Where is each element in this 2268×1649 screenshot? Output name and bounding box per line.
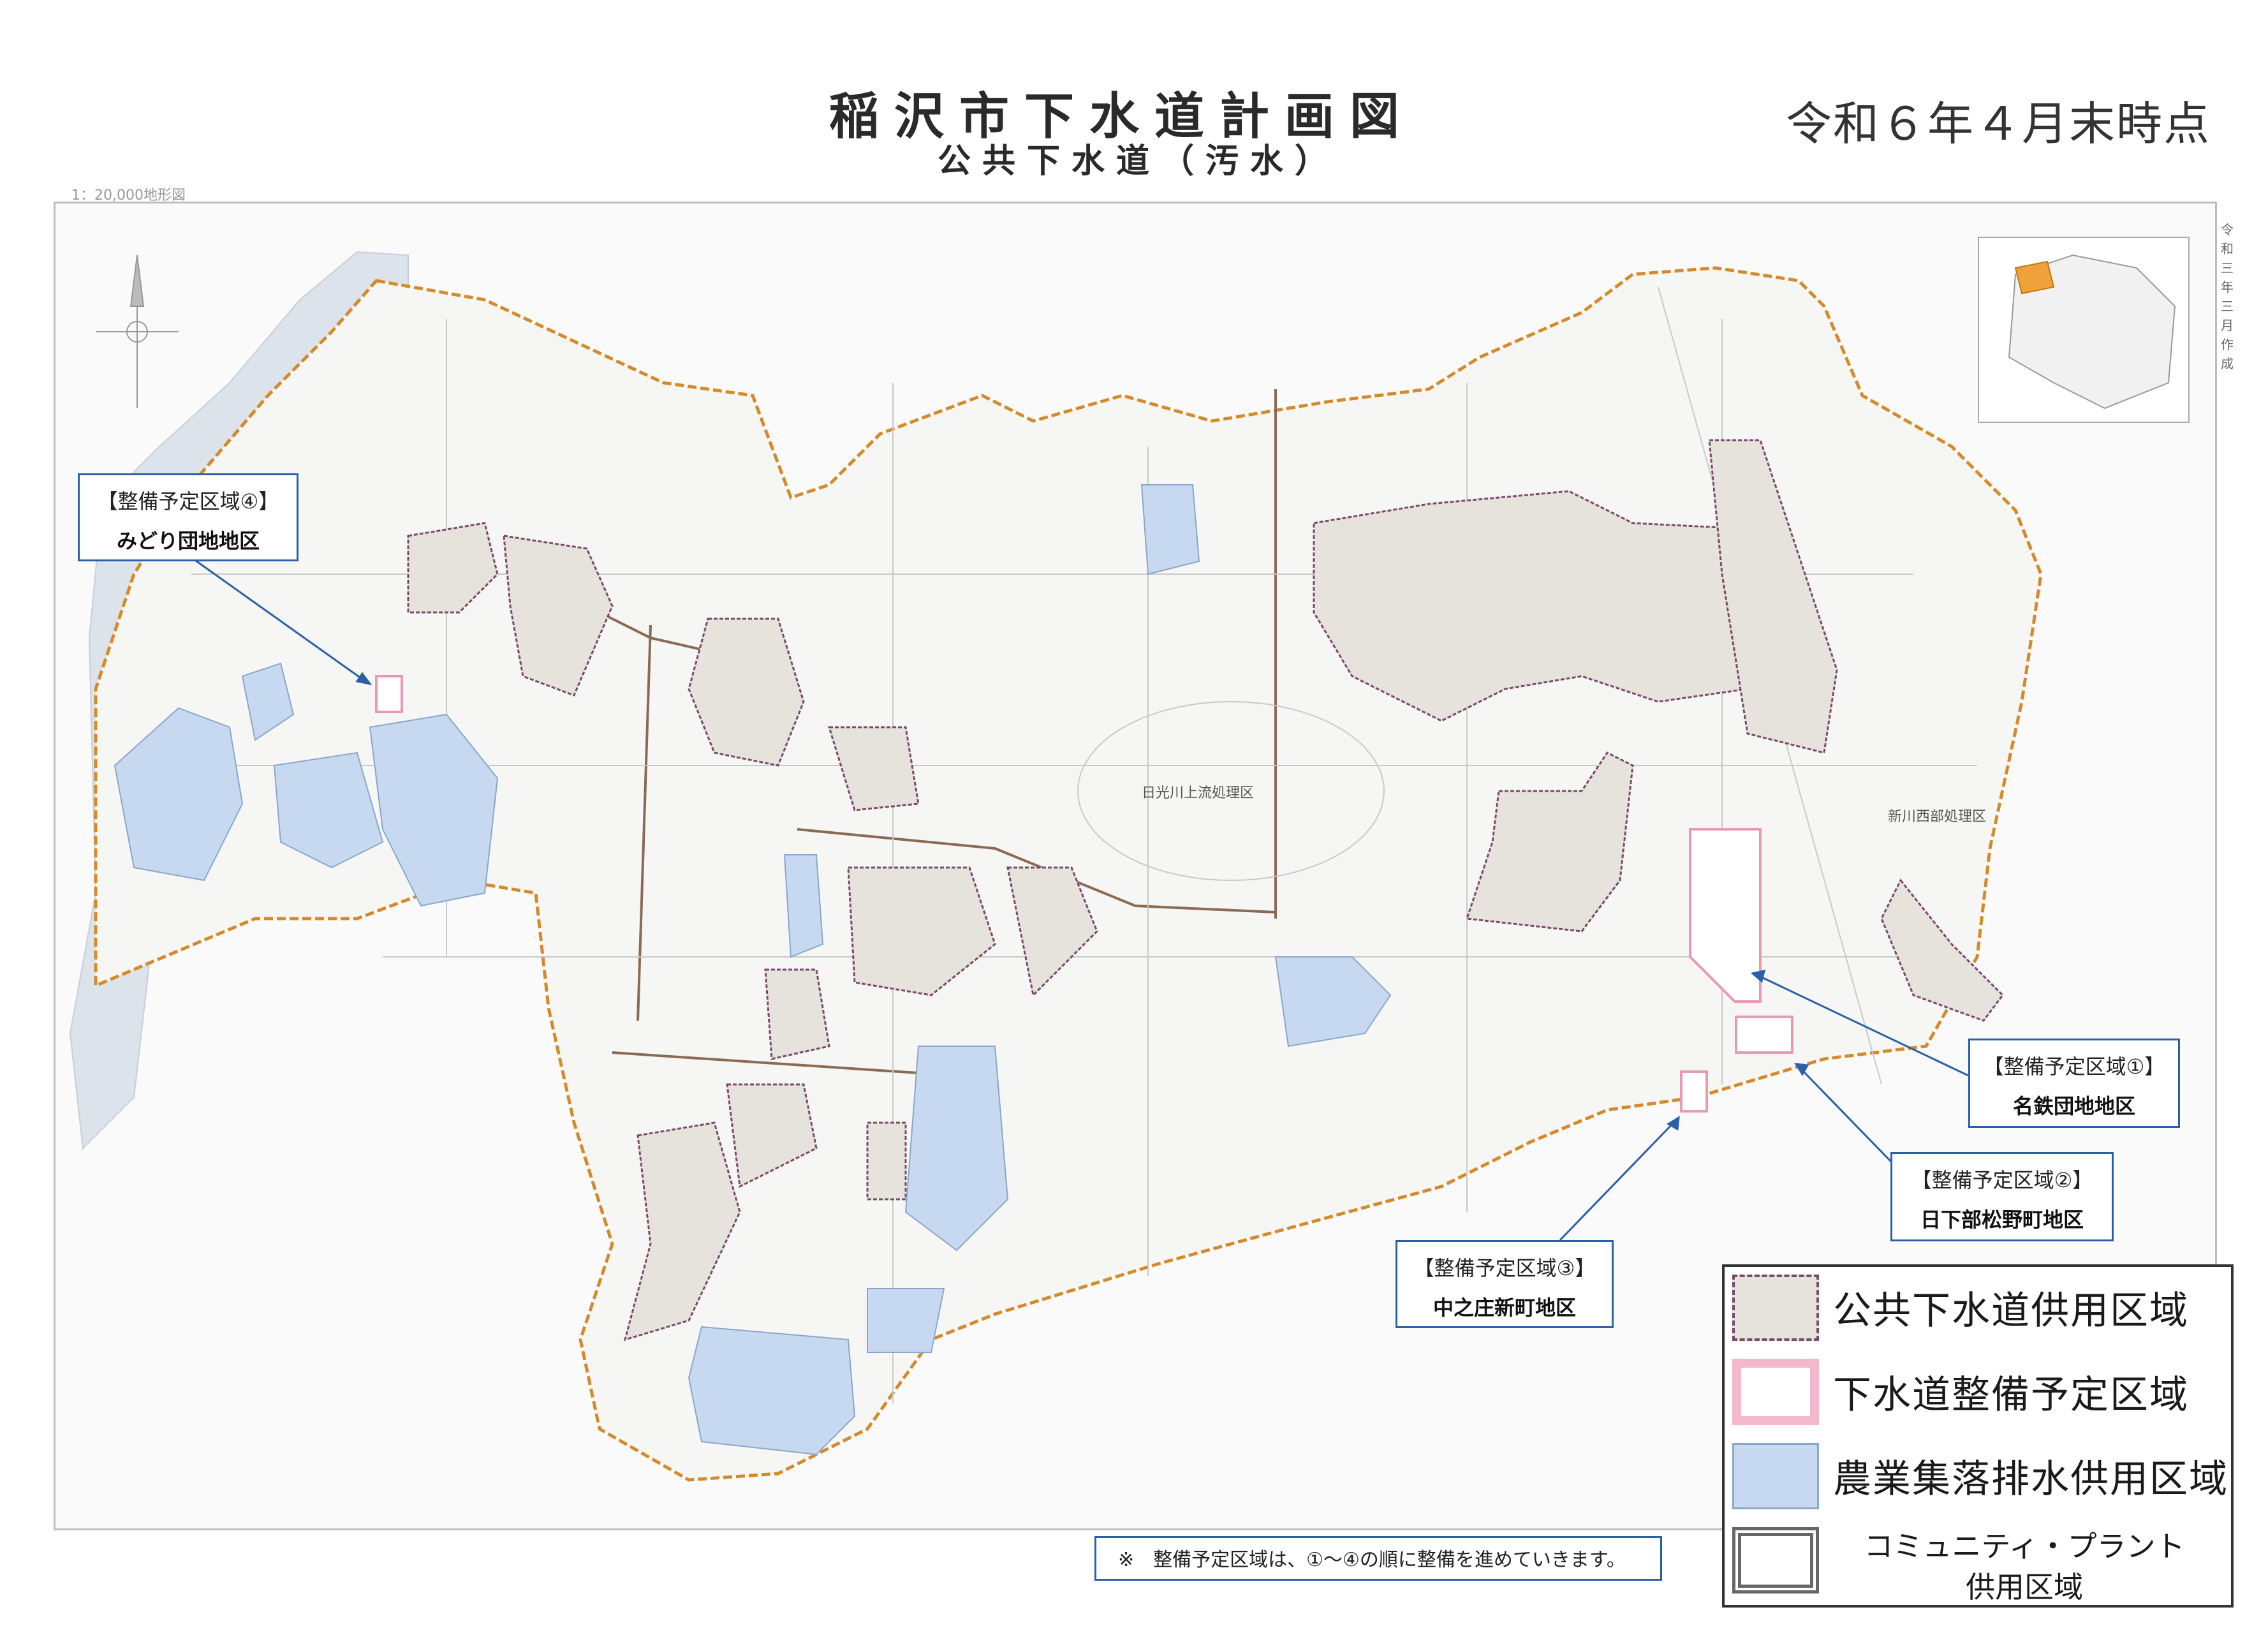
legend-swatch-community [1732,1527,1819,1594]
callout-area-3-name: 中之庄新町地区 [1432,1296,1576,1320]
legend-swatch-agri [1732,1443,1819,1509]
callout-area-1: 【整備予定区域①】 名鉄団地地区 [1968,1039,2180,1128]
legend-label-agri: 農業集落排水供用区域 [1833,1457,2228,1502]
legend-item-public: 公共下水道供用区域 [1725,1267,2231,1343]
callout-area-1-name: 名鉄団地地区 [2012,1094,2135,1118]
legend-item-community: コミュニティ・プラント 供用区域 [1725,1520,2231,1609]
legend-label-planned: 下水道整備予定区域 [1833,1373,2189,1417]
planned-area-2 [1735,1016,1793,1054]
label-shinkawa: 新川西部処理区 [1888,809,1987,825]
callout-area-2: 【整備予定区域②】 日下部松野町地区 [1890,1152,2114,1241]
planned-area-4 [375,675,403,713]
legend-item-planned: 下水道整備予定区域 [1725,1351,2231,1428]
legend-label-community-line2: 供用区域 [1966,1570,2083,1604]
callout-area-4: 【整備予定区域④】 みどり団地地区 [78,473,298,561]
legend-item-agri: 農業集落排水供用区域 [1725,1435,2231,1512]
callout-area-4-name: みどり団地地区 [116,529,260,553]
callout-area-4-title: 【整備予定区域④】 [97,489,279,514]
planned-area-3 [1680,1070,1708,1113]
legend-swatch-public [1732,1275,1819,1341]
legend-label-community-line1: コミュニティ・プラント [1864,1529,2185,1564]
callout-area-1-title: 【整備予定区域①】 [1983,1054,2165,1079]
legend-label-community: コミュニティ・プラント 供用区域 [1859,1526,2190,1608]
inset-locator-map [1978,237,2190,423]
callout-area-3: 【整備予定区域③】 中之庄新町地区 [1395,1240,1614,1328]
callout-area-2-name: 日下部松野町地区 [1920,1208,2084,1232]
order-note: ※ 整備予定区域は、①～④の順に整備を進めていきます。 [1094,1536,1662,1581]
legend: 公共下水道供用区域 下水道整備予定区域 農業集落排水供用区域 コミュニティ・プラ… [1722,1264,2234,1608]
label-nikkogawa: 日光川上流処理区 [1142,785,1255,801]
legend-swatch-planned [1732,1359,1819,1425]
legend-label-public: 公共下水道供用区域 [1833,1289,2189,1333]
callout-area-2-title: 【整備予定区域②】 [1911,1168,2093,1192]
north-arrow-icon [96,255,179,408]
callout-area-3-title: 【整備予定区域③】 [1413,1256,1596,1280]
